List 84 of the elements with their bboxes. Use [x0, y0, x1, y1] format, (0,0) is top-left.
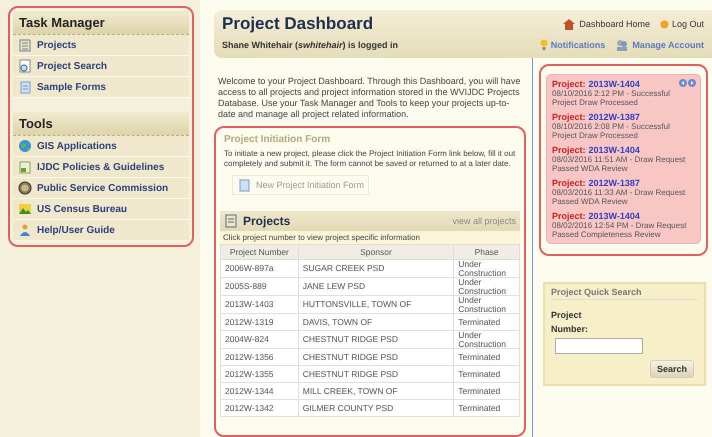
landscape-icon: [18, 202, 32, 216]
table-cell[interactable]: 2006W-897a: [220, 260, 298, 278]
table-cell: SUGAR CREEK PSD: [298, 260, 454, 278]
right-arrow-icon[interactable]: [688, 79, 696, 87]
document-icon: [18, 160, 32, 174]
table-cell: Under Construction: [454, 278, 520, 296]
table-cell[interactable]: 2004W-824: [220, 330, 298, 348]
left-arrow-icon[interactable]: [679, 79, 687, 87]
table-cell[interactable]: 2005S-889: [220, 278, 298, 296]
welcome-text: Welcome to your Project Dashboard. Through this Dashboard, you will have access to all projects and project information stored in the WVIJDC Projects Database. Use your Task Manager and Tools to keep your projects up-to-date and manage all project related information.: [218, 76, 522, 120]
table-cell: GILMER COUNTY PSD: [298, 400, 454, 416]
sidebar-item[interactable]: Projects: [13, 35, 189, 56]
project-link[interactable]: 2012W-1387: [588, 178, 640, 188]
table-cell: Under Construction: [454, 330, 520, 348]
log-out-link[interactable]: Log Out: [660, 19, 704, 29]
projects-title: Projects: [243, 214, 292, 228]
sidebar-item[interactable]: Help/User Guide: [13, 220, 189, 241]
document-icon: [237, 178, 251, 192]
section-title: Project Initiation Form: [224, 134, 332, 145]
sidebar-item[interactable]: Sample Forms: [13, 77, 189, 98]
page-title: Project Dashboard: [222, 14, 374, 34]
notification-text: 08/02/2016 12:54 PM - Draw Request Passed Completeness Review: [552, 221, 688, 239]
dashboard-home-link[interactable]: Dashboard Home: [562, 17, 650, 31]
project-link[interactable]: 2013W-1404: [588, 79, 640, 89]
project-label: Project:: [552, 112, 586, 122]
table-cell[interactable]: 2012W-1355: [220, 366, 298, 382]
notification-text: 08/10/2016 2:08 PM - Successful Project Draw Processed: [552, 122, 671, 140]
house-icon: [562, 17, 576, 31]
lightbulb-icon: [540, 39, 548, 51]
table-cell: Terminated: [454, 400, 520, 416]
table-cell: Under Construction: [454, 296, 520, 314]
table-cell[interactable]: 2012W-1356: [220, 348, 298, 366]
table-cell[interactable]: 2013W-1403: [220, 296, 298, 314]
table-cell: CHESTNUT RIDGE PSD: [298, 330, 454, 348]
section-title: Task Manager: [13, 11, 189, 35]
form-icon: [18, 80, 32, 94]
hint-text: Click project number to view project specific information: [220, 231, 520, 244]
table-cell: Terminated: [454, 366, 520, 382]
project-number-field[interactable]: [555, 338, 643, 354]
table-cell: DAVIS, TOWN OF: [298, 314, 454, 330]
sidebar-item[interactable]: US Census Bureau: [13, 199, 189, 220]
logged-in-text: Shane Whitehair (swhitehair) is logged in: [222, 40, 398, 50]
table-cell: JANE LEW PSD: [298, 278, 454, 296]
project-link[interactable]: 2012W-1387: [588, 112, 640, 122]
search-button[interactable]: Search: [650, 360, 694, 378]
project-label: Project:: [552, 79, 586, 89]
notification-text: 08/03/2016 11:33 AM - Draw Request Passed WDA Review: [552, 188, 686, 206]
project-label: Project:: [552, 178, 586, 188]
user-icon: [18, 223, 32, 237]
column-header: Project Number: [220, 244, 298, 260]
notification-text: 08/10/2016 2:12 PM - Successful Project Draw Processed: [552, 89, 671, 107]
column-header: Sponsor: [298, 244, 454, 260]
table-cell[interactable]: 2012W-1344: [220, 382, 298, 400]
dot-icon: [660, 20, 669, 28]
project-link[interactable]: 2013W-1404: [588, 145, 640, 155]
table-cell: Terminated: [454, 382, 520, 400]
users-icon: [615, 38, 630, 52]
table-cell: Under Construction: [454, 260, 520, 278]
clipboard-icon: [18, 38, 32, 52]
section-title: Tools: [13, 112, 189, 136]
panel-title: Project Quick Search: [551, 287, 698, 300]
sidebar-item[interactable]: Public Service Commission: [13, 178, 189, 199]
table-cell: MILL CREEK, TOWN OF: [298, 382, 454, 400]
seal-icon: [18, 181, 32, 195]
project-label: Project:: [552, 145, 586, 155]
column-header: Phase: [454, 244, 520, 260]
sidebar-item[interactable]: IJDC Policies & Guidelines: [13, 157, 189, 178]
clipboard-icon: [224, 214, 238, 228]
table-cell: CHESTNUT RIDGE PSD: [298, 348, 454, 366]
sidebar-item[interactable]: Project Search: [13, 56, 189, 77]
sidebar-item[interactable]: GIS Applications: [13, 136, 189, 157]
table-cell: CHESTNUT RIDGE PSD: [298, 366, 454, 382]
notification-text: 08/03/2016 11:51 AM - Draw Request Passed WDA Review: [552, 155, 686, 173]
project-link[interactable]: 2013W-1404: [588, 211, 640, 221]
table-cell: Terminated: [454, 314, 520, 330]
table-cell: HUTTONSVILLE, TOWN OF: [298, 296, 454, 314]
field-label: Project Number:: [551, 309, 590, 336]
table-cell[interactable]: 2012W-1319: [220, 314, 298, 330]
table-cell: Terminated: [454, 348, 520, 366]
document-search-icon: [18, 59, 32, 73]
project-label: Project:: [552, 211, 586, 221]
globe-icon: [18, 139, 32, 153]
instruction-text: To initiate a new project, please click the Project Initiation Form link below, fill it out completely and submit it. The form cannot be saved or returned to at a later date.: [224, 149, 516, 169]
table-cell[interactable]: 2012W-1342: [220, 400, 298, 416]
